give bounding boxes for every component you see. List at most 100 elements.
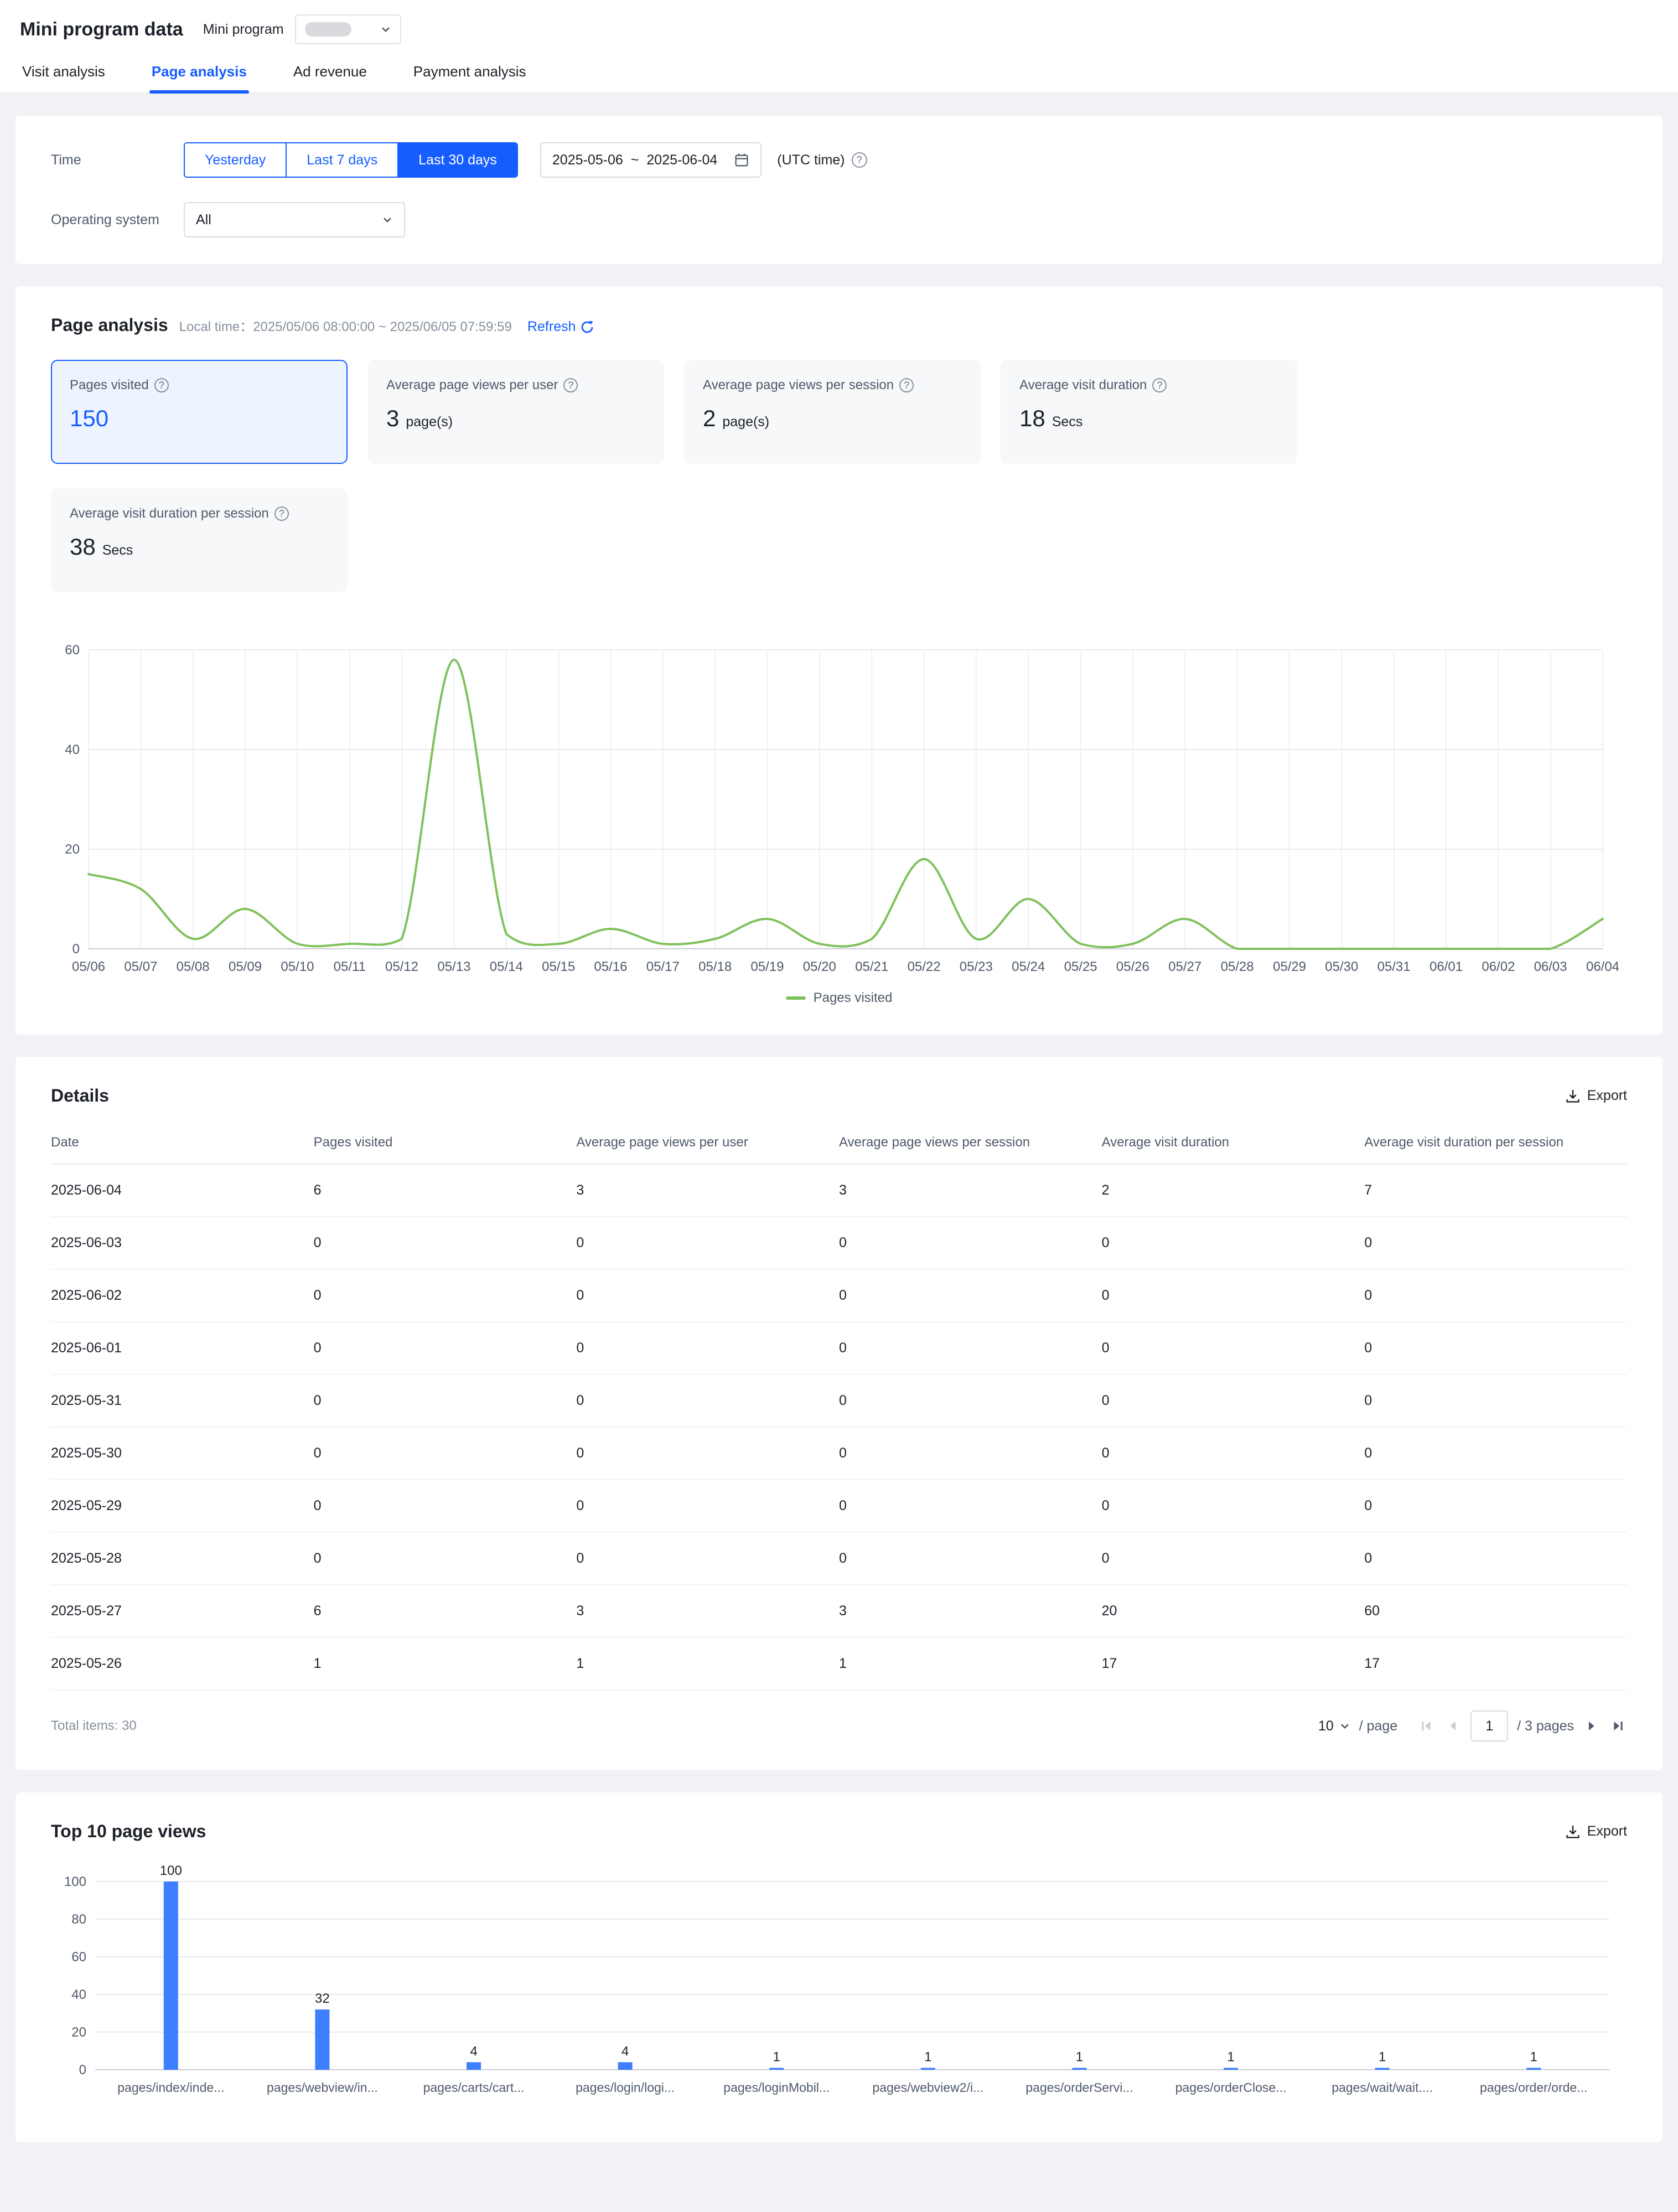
stat-label: Average page views per session — [703, 378, 894, 393]
svg-text:05/08: 05/08 — [177, 959, 210, 974]
stat-unit: Secs — [102, 542, 133, 558]
pagination-last-button[interactable] — [1609, 1717, 1627, 1735]
stat-unit: page(s) — [722, 414, 769, 430]
tab-page-analysis[interactable]: Page analysis — [149, 54, 249, 92]
export-label: Export — [1587, 1823, 1627, 1839]
table-cell: 0 — [1102, 1269, 1365, 1322]
svg-text:pages/index/inde...: pages/index/inde... — [117, 2080, 224, 2095]
svg-text:1: 1 — [1076, 2050, 1083, 2065]
export-button[interactable]: Export — [1565, 1823, 1627, 1839]
tab-visit-analysis[interactable]: Visit analysis — [20, 54, 107, 92]
pagination-bar: Total items: 30 10 / page 1 / 3 pages — [51, 1710, 1627, 1741]
table-cell: 17 — [1364, 1637, 1627, 1690]
stat-card-average-visit-duration-per-session[interactable]: Average visit duration per session?38Sec… — [51, 488, 348, 592]
help-icon[interactable]: ? — [275, 507, 289, 521]
table-cell: 0 — [314, 1427, 577, 1480]
time-button-yesterday[interactable]: Yesterday — [185, 143, 286, 177]
pagination-prev-button[interactable] — [1444, 1717, 1462, 1735]
mini-program-select[interactable] — [295, 14, 401, 44]
utc-time-label: (UTC time) — [777, 152, 845, 168]
svg-text:05/18: 05/18 — [698, 959, 732, 974]
svg-text:05/12: 05/12 — [385, 959, 418, 974]
svg-text:06/02: 06/02 — [1482, 959, 1515, 974]
time-button-last-7-days[interactable]: Last 7 days — [286, 143, 397, 177]
table-cell: 0 — [1102, 1322, 1365, 1374]
table-cell: 0 — [1364, 1532, 1627, 1585]
tab-ad-revenue[interactable]: Ad revenue — [291, 54, 369, 92]
stat-value: 2 — [703, 405, 716, 431]
pagination-first-button[interactable] — [1417, 1717, 1435, 1735]
table-cell: 0 — [314, 1217, 577, 1269]
stat-value: 38 — [70, 534, 96, 560]
mini-program-value-redacted — [305, 22, 351, 37]
last-page-icon — [1612, 1719, 1625, 1733]
refresh-button[interactable]: Refresh — [527, 319, 595, 335]
os-select-value: All — [196, 212, 211, 228]
help-icon[interactable]: ? — [154, 378, 169, 392]
legend-line-marker — [786, 996, 806, 1000]
time-button-last-30-days[interactable]: Last 30 days — [397, 143, 517, 177]
tab-payment-analysis[interactable]: Payment analysis — [411, 54, 529, 92]
table-cell: 0 — [1102, 1427, 1365, 1480]
table-cell: 0 — [1364, 1322, 1627, 1374]
table-cell: 2025-05-31 — [51, 1374, 314, 1427]
column-header-date: Date — [51, 1121, 314, 1164]
details-panel: Details Export DatePages visitedAverage … — [15, 1057, 1663, 1770]
stat-label: Pages visited — [70, 378, 149, 393]
prev-page-icon — [1446, 1719, 1459, 1733]
table-cell: 0 — [576, 1322, 839, 1374]
svg-text:05/07: 05/07 — [124, 959, 157, 974]
table-cell: 6 — [314, 1585, 577, 1637]
table-row: 2025-06-0100000 — [51, 1322, 1627, 1374]
current-page-input[interactable]: 1 — [1470, 1710, 1508, 1741]
date-range-input[interactable]: 2025-05-06 ~ 2025-06-04 — [540, 142, 762, 178]
stat-card-pages-visited[interactable]: Pages visited?150 — [51, 360, 348, 464]
first-page-icon — [1420, 1719, 1433, 1733]
svg-text:pages/webview2/i...: pages/webview2/i... — [872, 2080, 983, 2095]
svg-text:05/23: 05/23 — [960, 959, 993, 974]
svg-text:pages/orderClose...: pages/orderClose... — [1175, 2080, 1287, 2095]
svg-text:100: 100 — [160, 1863, 182, 1878]
table-cell: 7 — [1364, 1164, 1627, 1217]
chart-legend[interactable]: Pages visited — [51, 990, 1627, 1006]
os-select[interactable]: All — [184, 202, 405, 237]
table-cell: 0 — [314, 1532, 577, 1585]
table-cell: 2025-05-27 — [51, 1585, 314, 1637]
pagination-next-button[interactable] — [1583, 1717, 1601, 1735]
table-cell: 3 — [576, 1585, 839, 1637]
page-size-value: 10 — [1318, 1718, 1334, 1734]
table-cell: 0 — [1364, 1269, 1627, 1322]
export-button[interactable]: Export — [1565, 1088, 1627, 1104]
table-cell: 0 — [576, 1269, 839, 1322]
help-icon[interactable]: ? — [899, 378, 914, 392]
page-analysis-panel: Page analysis Local time：2025/05/06 08:0… — [15, 286, 1663, 1035]
stat-card-average-page-views-per-user[interactable]: Average page views per user?3page(s) — [367, 360, 664, 464]
help-icon[interactable]: ? — [1152, 378, 1167, 392]
table-cell: 0 — [1364, 1217, 1627, 1269]
table-cell: 0 — [839, 1374, 1102, 1427]
stat-value: 18 — [1019, 405, 1045, 431]
table-row: 2025-05-3000000 — [51, 1427, 1627, 1480]
export-label: Export — [1587, 1088, 1627, 1104]
svg-text:05/22: 05/22 — [908, 959, 941, 974]
table-cell: 2025-05-30 — [51, 1427, 314, 1480]
column-header-average-page-views-per-session: Average page views per session — [839, 1121, 1102, 1164]
stat-card-average-visit-duration[interactable]: Average visit duration?18Secs — [1001, 360, 1297, 464]
stat-card-average-page-views-per-session[interactable]: Average page views per session? 2 page(s) — [684, 360, 981, 464]
table-cell: 0 — [1102, 1217, 1365, 1269]
table-cell: 0 — [576, 1532, 839, 1585]
page-size-select[interactable]: 10 — [1318, 1718, 1350, 1734]
help-icon[interactable]: ? — [563, 378, 578, 392]
help-icon[interactable]: ? — [852, 152, 867, 168]
time-range-buttons: YesterdayLast 7 daysLast 30 days — [184, 142, 518, 178]
pages-visited-line-chart: 020406005/0605/0705/0805/0905/1005/1105/… — [51, 637, 1627, 982]
svg-text:pages/orderServi...: pages/orderServi... — [1026, 2080, 1133, 2095]
svg-text:05/27: 05/27 — [1168, 959, 1201, 974]
svg-text:1: 1 — [1379, 2050, 1386, 2065]
stat-value: 3 — [386, 405, 399, 431]
table-cell: 0 — [1102, 1374, 1365, 1427]
table-row: 2025-05-2800000 — [51, 1532, 1627, 1585]
filter-panel: Time YesterdayLast 7 daysLast 30 days 20… — [15, 116, 1663, 264]
top10-title: Top 10 page views — [51, 1821, 206, 1842]
svg-text:pages/carts/cart...: pages/carts/cart... — [423, 2080, 525, 2095]
